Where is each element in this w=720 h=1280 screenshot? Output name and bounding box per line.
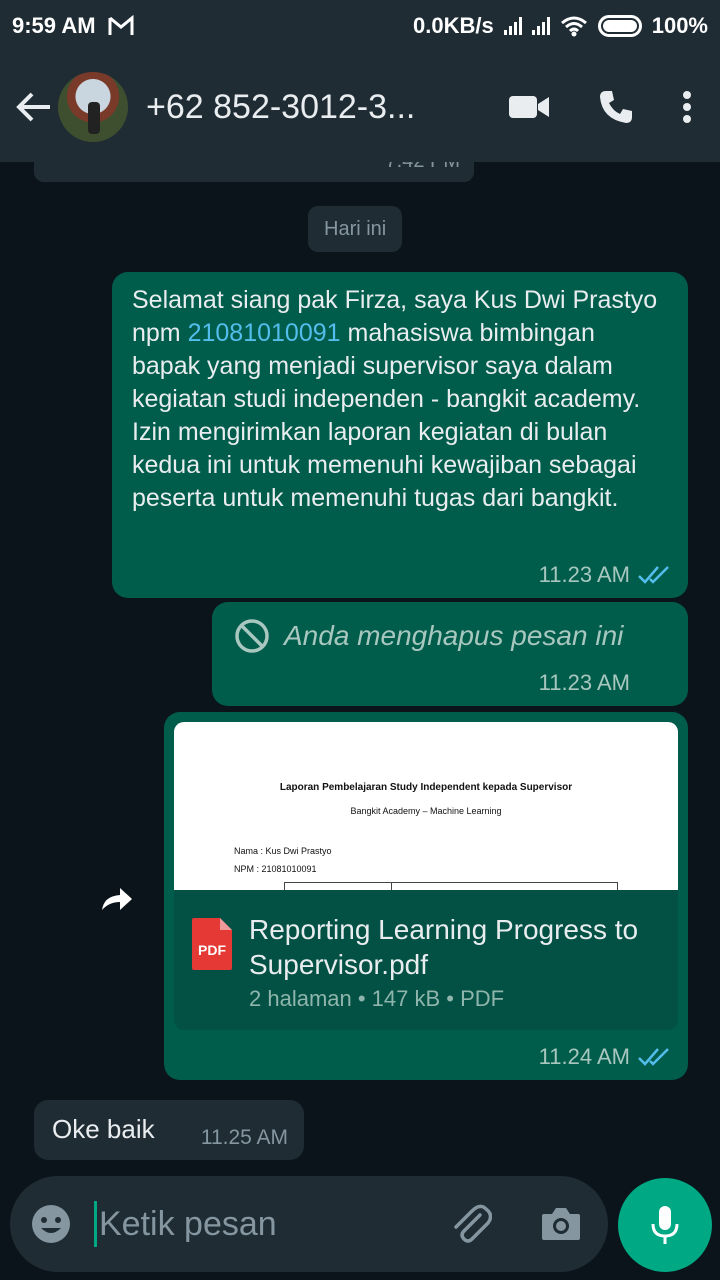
status-bar: 9:59 AM 0.0KB/s 100%	[0, 0, 720, 52]
file-info: 2 halaman • 147 kB • PDF	[249, 986, 505, 1011]
camera-icon[interactable]	[540, 1206, 582, 1242]
message-text: Selamat siang pak Firza, saya Kus Dwi Pr…	[132, 286, 658, 512]
contact-title[interactable]: +62 852-3012-3...	[146, 88, 436, 127]
mic-button[interactable]	[618, 1178, 712, 1272]
signal-icon-2	[531, 17, 550, 35]
message-text: Oke baik	[52, 1114, 155, 1144]
message-input[interactable]: Ketik pesan	[99, 1205, 277, 1244]
message-time: 7.42 PM	[386, 162, 460, 173]
preview-table	[284, 882, 618, 890]
status-time: 9:59 AM	[12, 13, 96, 38]
document-preview[interactable]: Laporan Pembelajaran Study Independent k…	[174, 722, 678, 890]
deleted-message[interactable]: Anda menghapus pesan ini 11.23 AM	[212, 602, 688, 706]
message-time: 11.23 AM	[538, 562, 630, 587]
battery-percent: 100%	[651, 13, 708, 38]
gmail-icon	[108, 15, 134, 37]
document-message[interactable]: Laporan Pembelajaran Study Independent k…	[164, 712, 688, 1080]
more-icon[interactable]	[682, 90, 692, 124]
chat-header: +62 852-3012-3...	[0, 52, 720, 162]
signal-icon	[503, 17, 522, 35]
text-cursor	[94, 1201, 97, 1247]
emoji-icon[interactable]	[30, 1203, 72, 1245]
pdf-file-icon: PDF	[190, 916, 234, 972]
incoming-message[interactable]: Oke baik 11.25 AM	[34, 1100, 304, 1160]
message-time: 11.24 AM	[538, 1044, 630, 1069]
video-call-icon[interactable]	[508, 93, 550, 121]
read-ticks-icon	[638, 1047, 670, 1067]
read-ticks-icon	[638, 565, 670, 585]
message-time: 11.25 AM	[200, 1126, 288, 1149]
chat-area[interactable]: 7.42 PM Hari ini Selamat siang pak Firza…	[0, 162, 720, 1172]
previous-message-partial: 7.42 PM	[34, 162, 474, 182]
preview-title: Laporan Pembelajaran Study Independent k…	[279, 782, 573, 793]
document-bar[interactable]: PDF Reporting Learning Progress to Super…	[174, 890, 678, 1030]
phone-number-link[interactable]: 21081010091	[188, 319, 341, 347]
outgoing-message[interactable]: Selamat siang pak Firza, saya Kus Dwi Pr…	[112, 272, 688, 598]
attach-icon[interactable]	[450, 1203, 492, 1245]
wifi-icon	[560, 15, 588, 37]
mic-icon	[650, 1204, 680, 1246]
message-composer[interactable]: Ketik pesan	[10, 1176, 608, 1272]
preview-line: NPM : 21081010091	[234, 864, 317, 874]
file-name: Reporting Learning Progress to Superviso…	[249, 914, 639, 980]
preview-line: Nama : Kus Dwi Prastyo	[234, 846, 332, 856]
net-speed: 0.0KB/s	[413, 13, 494, 38]
message-time: 11.23 AM	[538, 670, 630, 695]
back-arrow-icon[interactable]	[12, 85, 56, 129]
phone-icon[interactable]	[598, 89, 634, 125]
forward-icon[interactable]	[96, 880, 138, 922]
blocked-icon	[234, 618, 270, 654]
deleted-text: Anda menghapus pesan ini	[284, 620, 624, 651]
date-chip: Hari ini	[308, 206, 403, 252]
svg-text:PDF: PDF	[198, 942, 226, 958]
battery-icon	[597, 15, 642, 37]
preview-subtitle: Bangkit Academy – Machine Learning	[350, 806, 502, 816]
avatar[interactable]	[58, 72, 128, 142]
